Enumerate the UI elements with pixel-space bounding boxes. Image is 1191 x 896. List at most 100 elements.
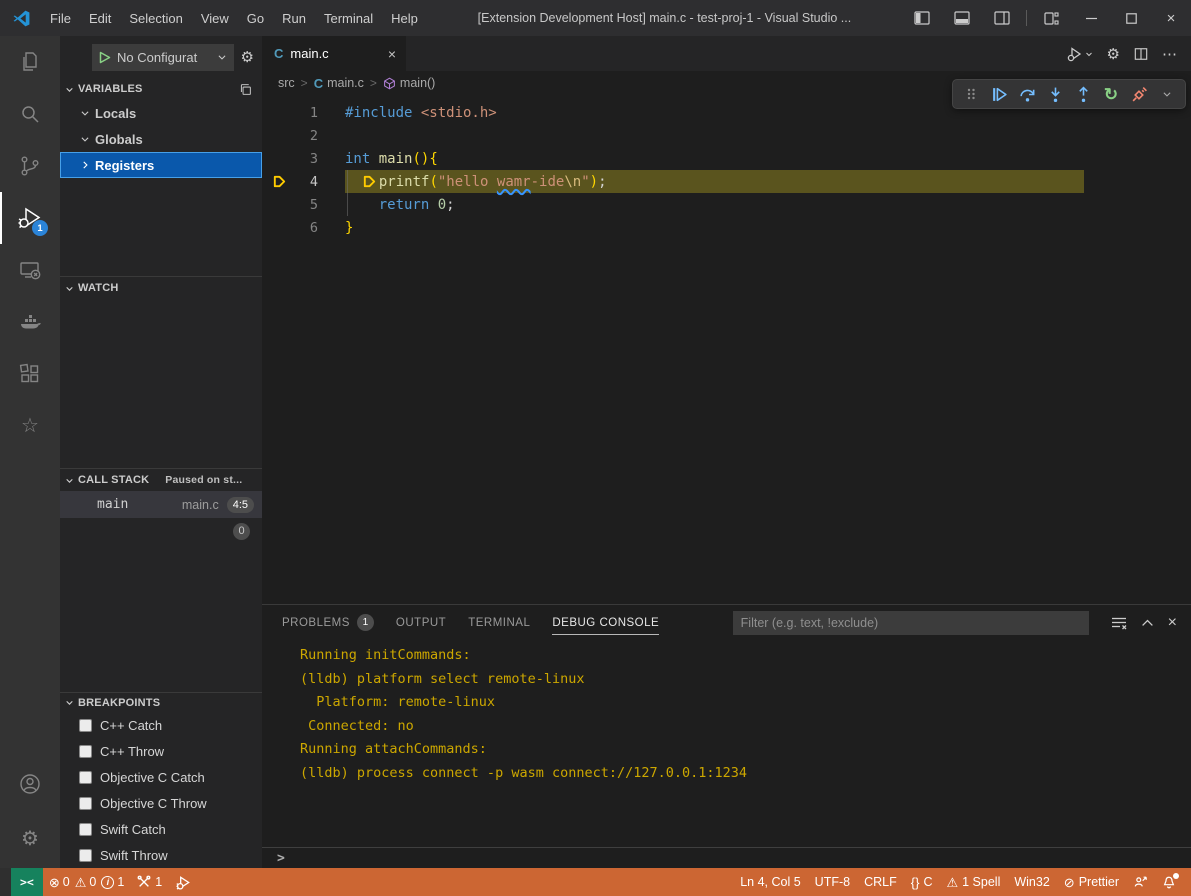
- panel-tab-debug-console[interactable]: DEBUG CONSOLE: [552, 611, 659, 635]
- breakpoint-c-catch[interactable]: C++ Catch: [60, 712, 262, 738]
- panel-tab-terminal[interactable]: TERMINAL: [468, 611, 530, 635]
- debug-console-output[interactable]: Running initCommands:(lldb) platform sel…: [262, 640, 1191, 847]
- menu-edit[interactable]: Edit: [80, 11, 120, 26]
- close-icon[interactable]: ×: [1151, 0, 1191, 36]
- code-line-5[interactable]: 5 return 0;: [262, 193, 1191, 216]
- checkbox-unchecked[interactable]: [79, 771, 92, 784]
- breadcrumb-item-main-c[interactable]: Cmain.c: [314, 76, 364, 91]
- code-line-6[interactable]: 6}: [262, 216, 1191, 239]
- code-line-2[interactable]: 2: [262, 124, 1191, 147]
- chevron-down-icon: [217, 52, 227, 62]
- variables-item-globals[interactable]: Globals: [60, 126, 262, 152]
- breakpoint-objective-c-throw[interactable]: Objective C Throw: [60, 790, 262, 816]
- breakpoints-header[interactable]: BREAKPOINTS: [60, 693, 262, 712]
- checkbox-unchecked[interactable]: [79, 849, 92, 862]
- remote-indicator[interactable]: ><: [11, 868, 43, 896]
- breadcrumb-item-main[interactable]: main(): [383, 76, 435, 90]
- breakpoint-c-throw[interactable]: C++ Throw: [60, 738, 262, 764]
- sidebar-item-run-and-debug[interactable]: 1: [0, 192, 60, 244]
- diagnostics-status[interactable]: ⊗0⚠0i1: [43, 868, 130, 896]
- close-icon[interactable]: ×: [388, 46, 396, 62]
- checkbox-unchecked[interactable]: [79, 797, 92, 810]
- sidebar-item-explorer[interactable]: [0, 36, 60, 88]
- debug-status-button[interactable]: [169, 868, 198, 896]
- status-language-mode[interactable]: {}C: [904, 868, 940, 896]
- status-eol[interactable]: CRLF: [857, 868, 904, 896]
- close-panel-icon[interactable]: ×: [1168, 614, 1177, 632]
- tools-status[interactable]: 1: [130, 868, 169, 896]
- gear-icon[interactable]: ⚙: [1107, 45, 1120, 63]
- split-editor-icon[interactable]: [1134, 47, 1148, 61]
- minimize-icon[interactable]: [1071, 0, 1111, 36]
- menu-file[interactable]: File: [41, 11, 80, 26]
- clear-console-icon[interactable]: [1111, 616, 1127, 630]
- feedback-button[interactable]: [1126, 868, 1155, 896]
- status-encoding[interactable]: UTF-8: [808, 868, 857, 896]
- menu-run[interactable]: Run: [273, 11, 315, 26]
- sidebar-item-extensions[interactable]: [0, 348, 60, 400]
- breakpoint-objective-c-catch[interactable]: Objective C Catch: [60, 764, 262, 790]
- code-editor[interactable]: 1#include <stdio.h>23int main(){4 printf…: [262, 95, 1191, 604]
- sidebar-item-search[interactable]: [0, 88, 60, 140]
- menu-go[interactable]: Go: [238, 11, 273, 26]
- stack-frame-row[interactable]: main main.c 4:5: [60, 491, 262, 518]
- menu-selection[interactable]: Selection: [120, 11, 191, 26]
- tab-label: main.c: [290, 46, 328, 61]
- call-stack-header[interactable]: CALL STACK Paused on st...: [60, 469, 262, 491]
- step-into-button[interactable]: [1043, 82, 1067, 106]
- checkbox-unchecked[interactable]: [79, 719, 92, 732]
- toolbar-drag-handle[interactable]: [959, 82, 983, 106]
- disconnect-button[interactable]: [1127, 82, 1151, 106]
- menu-terminal[interactable]: Terminal: [315, 11, 382, 26]
- code-line-3[interactable]: 3int main(){: [262, 147, 1191, 170]
- settings-button[interactable]: ⚙: [0, 810, 60, 868]
- toggle-panel-icon[interactable]: [942, 0, 982, 36]
- sidebar-item-remote-explorer[interactable]: [0, 244, 60, 296]
- checkbox-unchecked[interactable]: [79, 745, 92, 758]
- notifications-bell-button[interactable]: [1155, 868, 1183, 896]
- tab-main-c[interactable]: C main.c ×: [262, 36, 406, 71]
- variables-header[interactable]: VARIABLES: [60, 78, 262, 100]
- step-out-button[interactable]: [1071, 82, 1095, 106]
- customize-layout-icon[interactable]: [1031, 0, 1071, 36]
- stackframe-arrow-icon[interactable]: [262, 174, 296, 189]
- braces-icon: {}: [911, 876, 920, 889]
- checkbox-unchecked[interactable]: [79, 823, 92, 836]
- toggle-secondary-sidebar-icon[interactable]: [982, 0, 1022, 36]
- chevron-down-icon[interactable]: [1155, 82, 1179, 106]
- restart-button[interactable]: ↻: [1099, 82, 1123, 106]
- start-debug-icon[interactable]: [99, 51, 111, 64]
- maximize-icon[interactable]: [1111, 0, 1151, 36]
- run-or-debug-button[interactable]: [1067, 46, 1093, 62]
- code-line-4[interactable]: 4 printf("hello wamr-ide\n");: [262, 170, 1191, 193]
- debug-config-dropdown[interactable]: No Configurat: [92, 44, 234, 71]
- status-cursor-position[interactable]: Ln 4, Col 5: [733, 868, 807, 896]
- variables-item-locals[interactable]: Locals: [60, 100, 262, 126]
- step-over-button[interactable]: [1015, 82, 1039, 106]
- sidebar-item-docker[interactable]: [0, 296, 60, 348]
- continue-button[interactable]: [987, 82, 1011, 106]
- breadcrumb-item-src[interactable]: src: [278, 76, 295, 90]
- breakpoints-title: BREAKPOINTS: [78, 697, 160, 709]
- more-actions-icon[interactable]: ⋯: [1162, 45, 1177, 63]
- maximize-panel-icon[interactable]: [1141, 618, 1154, 628]
- debug-settings-gear-icon[interactable]: ⚙: [241, 48, 254, 66]
- debug-console-prompt[interactable]: >: [262, 847, 1191, 868]
- watch-header[interactable]: WATCH: [60, 277, 262, 299]
- menu-help[interactable]: Help: [382, 11, 427, 26]
- sidebar-item-source-control[interactable]: [0, 140, 60, 192]
- sidebar-item-bookmarks[interactable]: ☆: [0, 400, 60, 452]
- panel-tab-output[interactable]: OUTPUT: [396, 611, 446, 635]
- copy-icon[interactable]: [239, 83, 252, 96]
- variables-item-registers[interactable]: Registers: [60, 152, 262, 178]
- breakpoint-swift-catch[interactable]: Swift Catch: [60, 816, 262, 842]
- status-formatter[interactable]: ⊘Prettier: [1057, 868, 1126, 896]
- status-target-platform[interactable]: Win32: [1007, 868, 1056, 896]
- console-filter-input[interactable]: [733, 611, 1089, 635]
- breakpoint-swift-throw[interactable]: Swift Throw: [60, 842, 262, 868]
- menu-view[interactable]: View: [192, 11, 238, 26]
- toggle-sidebar-icon[interactable]: [902, 0, 942, 36]
- status-spell-checker[interactable]: ⚠1 Spell: [939, 868, 1007, 896]
- accounts-button[interactable]: [0, 758, 60, 810]
- panel-tab-problems[interactable]: PROBLEMS1: [282, 608, 374, 637]
